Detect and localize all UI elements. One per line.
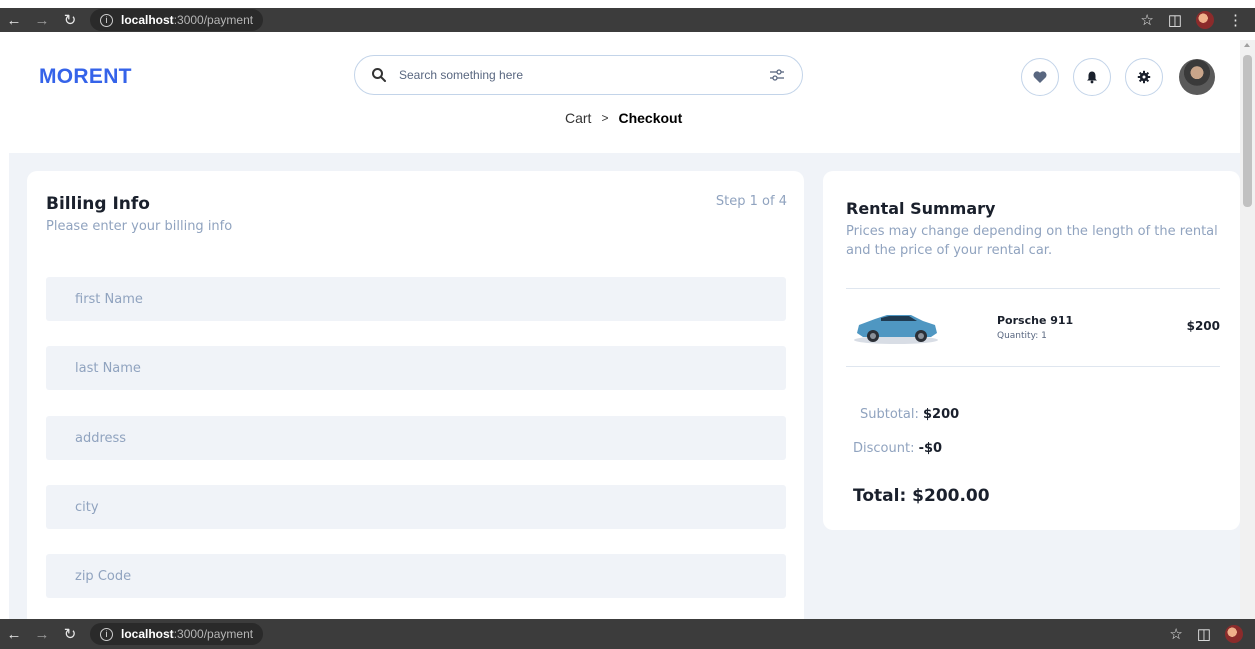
search-icon [372, 68, 386, 82]
gear-icon [1137, 70, 1151, 84]
breadcrumb-checkout: Checkout [618, 110, 683, 126]
breadcrumb: Cart > Checkout [565, 110, 682, 126]
url-path: :3000/payment [173, 13, 254, 27]
city-field[interactable]: city [46, 485, 786, 529]
site-info-icon[interactable]: i [100, 13, 113, 27]
url-host: localhost [121, 627, 174, 641]
browser-menu-icon[interactable]: ⋮ [1228, 11, 1243, 29]
scroll-up-icon[interactable] [1244, 43, 1250, 47]
total-price: Total: $200.00 [853, 486, 990, 506]
checkout-content: Billing Info Please enter your billing i… [9, 153, 1240, 631]
bookmark-star-icon[interactable]: ☆ [1140, 11, 1153, 29]
heart-icon [1033, 71, 1047, 83]
filter-icon[interactable] [768, 66, 786, 84]
car-image [854, 315, 938, 344]
car-quantity: Quantity: 1 [997, 331, 1047, 341]
zip-code-field[interactable]: zip Code [46, 554, 786, 598]
search-bar[interactable]: Search something here [354, 55, 803, 95]
extensions-icon[interactable]: ◫ [1197, 625, 1211, 643]
breadcrumb-cart[interactable]: Cart [565, 110, 591, 126]
divider [846, 288, 1220, 289]
summary-description: Prices may change depending on the lengt… [846, 224, 1218, 258]
site-header: MORENT Search something here Cart > Chec… [0, 40, 1240, 153]
logo[interactable]: MORENT [39, 65, 132, 89]
scrollbar-thumb[interactable] [1243, 55, 1252, 207]
bell-icon [1087, 71, 1097, 84]
url-path: :3000/payment [173, 627, 254, 641]
car-name: Porsche 911 [997, 314, 1074, 327]
extensions-icon[interactable]: ◫ [1168, 11, 1182, 29]
reload-icon[interactable]: ↻ [56, 11, 84, 29]
forward-icon[interactable]: → [28, 12, 56, 29]
back-icon[interactable]: ← [0, 626, 28, 643]
car-price: $200 [1186, 319, 1220, 333]
discount-value: -$0 [918, 441, 943, 456]
back-icon[interactable]: ← [0, 12, 28, 29]
url-host: localhost [121, 13, 174, 27]
address-field[interactable]: address [46, 416, 786, 460]
billing-subtitle: Please enter your billing info [46, 219, 233, 234]
first-name-field[interactable]: first Name [46, 277, 786, 321]
browser-profile-avatar[interactable] [1225, 625, 1243, 643]
last-name-field[interactable]: last Name [46, 346, 786, 390]
header-actions [1021, 58, 1215, 96]
breadcrumb-separator: > [601, 111, 609, 125]
subtotal-label: Subtotal: [860, 407, 919, 422]
discount-label: Discount: [853, 441, 915, 456]
user-avatar[interactable] [1179, 59, 1215, 95]
settings-button[interactable] [1125, 58, 1163, 96]
subtotal-row: Subtotal: $200 [860, 407, 959, 422]
bookmark-star-icon[interactable]: ☆ [1169, 625, 1182, 643]
address-bar[interactable]: i localhost :3000/payment [90, 623, 264, 645]
subtotal-value: $200 [923, 407, 960, 422]
favorites-button[interactable] [1021, 58, 1059, 96]
site-info-icon[interactable]: i [100, 627, 113, 641]
forward-icon[interactable]: → [28, 626, 56, 643]
discount-row: Discount: -$0 [853, 441, 942, 456]
window-top-strip [0, 0, 1255, 8]
browser-toolbar-secondary: ← → ↻ i localhost :3000/payment ☆ ◫ [0, 619, 1255, 649]
billing-title: Billing Info [46, 194, 150, 214]
summary-title: Rental Summary [846, 199, 996, 218]
address-bar[interactable]: i localhost :3000/payment [90, 9, 264, 31]
reload-icon[interactable]: ↻ [56, 625, 84, 643]
browser-toolbar: ← → ↻ i localhost :3000/payment ☆ ◫ ⋮ [0, 8, 1255, 32]
billing-info-card: Billing Info Please enter your billing i… [27, 171, 804, 631]
search-input[interactable]: Search something here [399, 68, 768, 82]
page-scrollbar[interactable] [1240, 40, 1255, 619]
rental-summary-card: Rental Summary Prices may change dependi… [823, 171, 1240, 530]
step-indicator: Step 1 of 4 [715, 194, 787, 209]
notifications-button[interactable] [1073, 58, 1111, 96]
divider [846, 366, 1220, 367]
browser-profile-avatar[interactable] [1196, 11, 1214, 29]
